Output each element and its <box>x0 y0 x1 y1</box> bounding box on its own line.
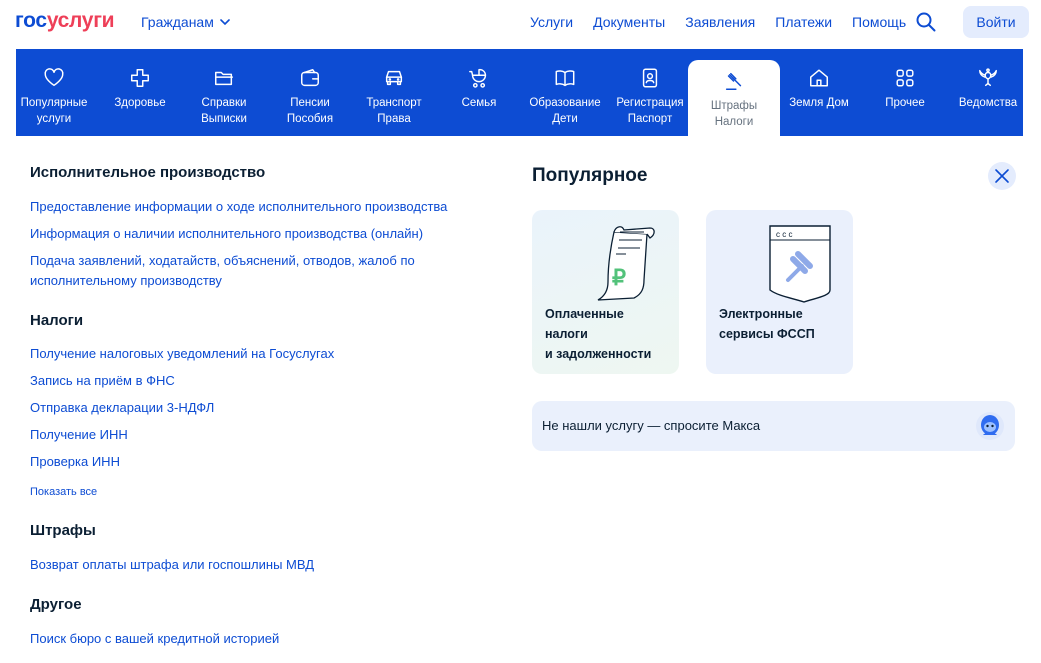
category-label: Земля Дом <box>789 97 849 109</box>
category-label: Популярные <box>20 97 88 109</box>
category-label: Прочее <box>885 97 925 109</box>
category-transport[interactable]: Транспорт Права <box>356 49 432 136</box>
popular-card-paid-taxes[interactable]: ₽ Оплаченные налоги и задолженности <box>532 210 679 374</box>
folder-icon <box>213 67 235 89</box>
category-sublabel: Паспорт <box>627 113 673 125</box>
nav-link-applications[interactable]: Заявления <box>685 14 755 30</box>
category-label: Здоровье <box>114 97 166 109</box>
receipt-ruble-icon: ₽ <box>597 226 655 301</box>
max-assistant-avatar-icon <box>976 412 1004 440</box>
category-label: Транспорт <box>366 97 422 109</box>
gavel-icon <box>723 70 745 92</box>
show-all-link[interactable]: Показать все <box>30 486 97 498</box>
header: госуслуги Гражданам Услуги Документы Зая… <box>0 0 1041 48</box>
svg-text:₽: ₽ <box>612 265 626 290</box>
category-sublabel: Дети <box>552 113 578 125</box>
gosuslugi-logo[interactable]: госуслуги <box>15 9 115 33</box>
top-nav: Услуги Документы Заявления Платежи Помощ… <box>530 14 906 30</box>
service-link[interactable]: Запись на приём в ФНС <box>30 371 175 391</box>
category-bar: Популярные услуги Здоровье Справки Выписки… <box>16 49 1023 136</box>
ask-max-bar[interactable]: Не нашли услугу — спросите Макса <box>532 401 1015 451</box>
category-pensions[interactable]: Пенсии Пособия <box>272 49 348 136</box>
svg-text:с с с: с с с <box>776 230 792 239</box>
category-education[interactable]: Образование Дети <box>524 49 606 136</box>
grid-icon <box>894 67 916 89</box>
book-icon <box>554 67 576 89</box>
service-link[interactable]: Поиск бюро с вашей кредитной историей <box>30 629 279 649</box>
section-title-taxes: Налоги <box>30 312 84 329</box>
category-family[interactable]: Семья <box>442 49 516 136</box>
category-sublabel: услуги <box>36 113 72 125</box>
category-sublabel: Пособия <box>286 113 334 125</box>
fssp-gavel-icon: с с с <box>769 225 831 303</box>
heart-icon <box>43 67 65 89</box>
role-label: Гражданам <box>141 14 214 30</box>
popular-card-fssp[interactable]: с с с Электронные сервисы ФССП <box>706 210 853 374</box>
house-icon <box>808 67 830 89</box>
login-button[interactable]: Войти <box>963 6 1029 38</box>
service-link[interactable]: Получение налоговых уведомлений на Госус… <box>30 344 334 364</box>
category-agencies[interactable]: Ведомства <box>953 49 1023 136</box>
category-label: Штрафы <box>710 100 758 112</box>
category-registration[interactable]: Регистрация Паспорт <box>612 49 688 136</box>
service-link[interactable]: исполнительному производству <box>30 271 222 291</box>
card-label: Электронные сервисы ФССП <box>719 307 815 341</box>
service-link[interactable]: Предоставление информации о ходе исполни… <box>30 197 447 217</box>
nav-link-documents[interactable]: Документы <box>593 14 665 30</box>
service-link[interactable]: Отправка декларации 3-НДФЛ <box>30 398 214 418</box>
logo-part-gos: гос <box>15 9 47 32</box>
nav-link-payments[interactable]: Платежи <box>775 14 832 30</box>
category-health[interactable]: Здоровье <box>103 49 177 136</box>
close-icon <box>995 169 1009 183</box>
category-label: Семья <box>461 97 497 109</box>
logo-part-uslugi: услуги <box>46 9 115 32</box>
category-label: Регистрация <box>616 97 684 109</box>
section-title-other: Другое <box>30 596 82 613</box>
category-label: Справки <box>201 97 247 109</box>
close-button[interactable] <box>988 162 1016 190</box>
role-selector[interactable]: Гражданам <box>141 14 230 30</box>
wallet-icon <box>299 67 321 89</box>
category-sublabel: Выписки <box>201 113 247 125</box>
popular-title: Популярное <box>532 165 648 186</box>
card-label: Оплаченные налоги и задолженности <box>545 307 652 361</box>
stroller-icon <box>468 67 490 89</box>
category-label: Ведомства <box>958 97 1018 109</box>
section-title-enforcement: Исполнительное производство <box>30 164 266 181</box>
section-title-fines: Штрафы <box>30 522 96 539</box>
service-link[interactable]: Возврат оплаты штрафа или госпошлины МВД <box>30 555 314 575</box>
car-icon <box>383 67 405 89</box>
category-certificates[interactable]: Справки Выписки <box>186 49 262 136</box>
search-icon[interactable] <box>915 11 937 33</box>
service-link[interactable]: Проверка ИНН <box>30 452 120 472</box>
category-sublabel: Налоги <box>714 116 754 128</box>
service-link[interactable]: Информация о наличии исполнительного про… <box>30 224 423 244</box>
emblem-icon <box>977 67 999 89</box>
category-label: Пенсии <box>290 97 330 109</box>
category-land-house[interactable]: Земля Дом <box>782 49 856 136</box>
category-other[interactable]: Прочее <box>868 49 942 136</box>
id-card-icon <box>639 67 661 89</box>
category-fines-taxes[interactable]: Штрафы Налоги <box>688 60 780 136</box>
category-sublabel: Права <box>377 113 411 125</box>
service-link[interactable]: Получение ИНН <box>30 425 128 445</box>
medical-cross-icon <box>129 67 151 89</box>
category-popular[interactable]: Популярные услуги <box>16 49 92 136</box>
service-link[interactable]: Подача заявлений, ходатайств, объяснений… <box>30 251 415 271</box>
category-label: Образование <box>529 97 601 109</box>
nav-link-help[interactable]: Помощь <box>852 14 906 30</box>
ask-max-text: Не нашли услугу — спросите Макса <box>542 418 761 433</box>
nav-link-services[interactable]: Услуги <box>530 14 573 30</box>
chevron-down-icon <box>220 19 230 26</box>
